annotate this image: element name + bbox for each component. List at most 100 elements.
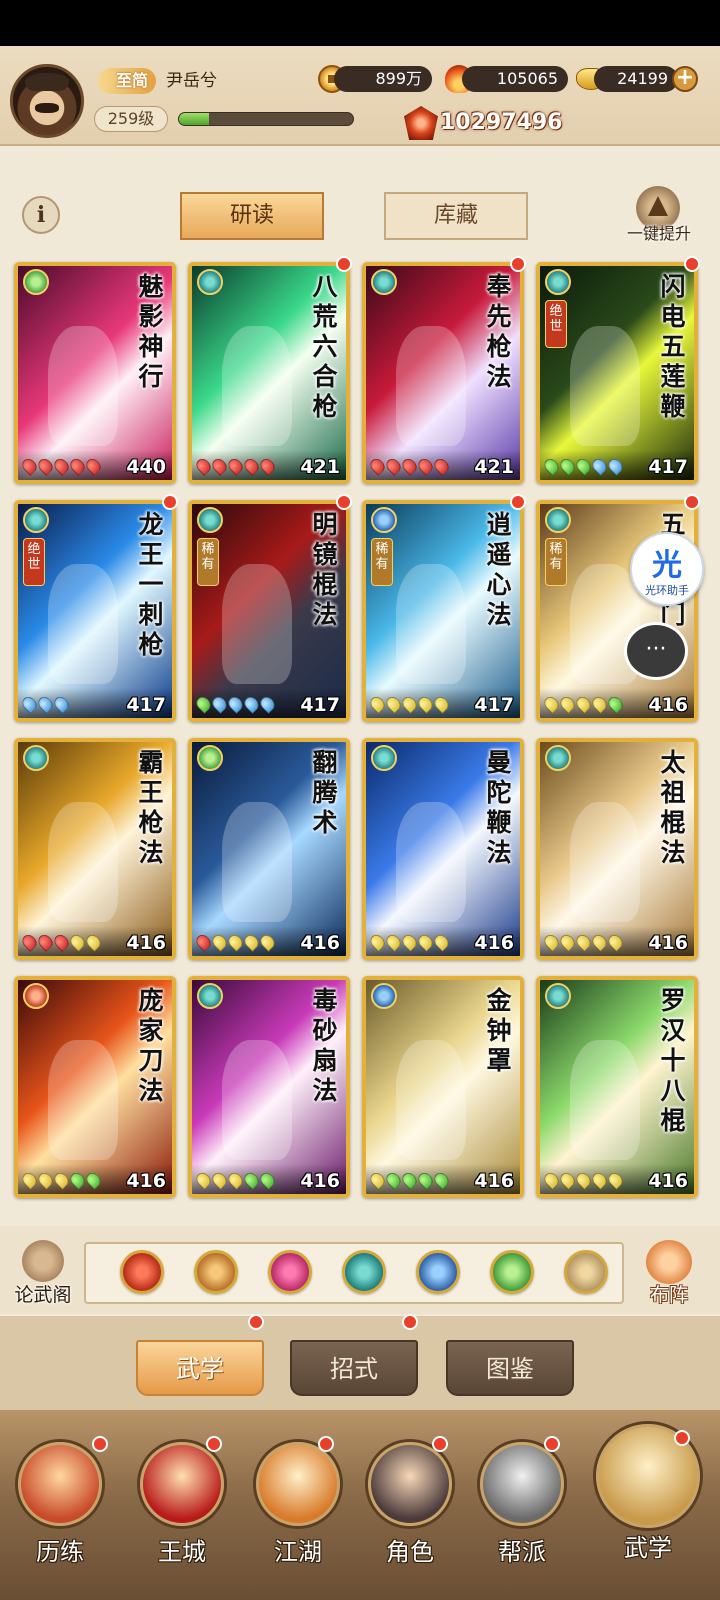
skill-card[interactable]: 绝世 龙王一刺枪 417 <box>14 500 176 722</box>
player-name: 尹岳兮 <box>166 71 217 91</box>
card-title: 霸王枪法 <box>138 748 164 867</box>
star-icon <box>257 932 278 952</box>
nav-label: 角色 <box>386 1538 434 1566</box>
nav-character[interactable]: 角色 <box>358 1432 462 1592</box>
skill-card[interactable]: 稀有 明镜棍法 417 <box>188 500 350 722</box>
skill-card[interactable]: 曼陀鞭法 416 <box>362 738 524 960</box>
card-star-row <box>541 1170 626 1190</box>
blade-icon <box>23 983 49 1009</box>
star-icon <box>557 932 578 952</box>
status-bar <box>0 0 720 46</box>
info-button[interactable]: i <box>22 196 60 234</box>
star-icon <box>367 456 388 476</box>
card-character-figure <box>396 564 466 684</box>
star-icon <box>51 932 72 952</box>
star-icon <box>383 932 404 952</box>
nav-label: 帮派 <box>498 1538 546 1566</box>
upgrade-all-button[interactable]: 一键提升 <box>614 186 704 246</box>
star-icon <box>541 932 562 952</box>
skill-card[interactable]: 太祖棍法 416 <box>536 738 698 960</box>
tab-moves[interactable]: 招式 <box>290 1340 418 1396</box>
tab-study[interactable]: 研读 <box>180 192 324 240</box>
nav-training[interactable]: 历练 <box>8 1432 112 1592</box>
tab-collection[interactable]: 库藏 <box>384 192 528 240</box>
card-star-row <box>193 456 278 476</box>
star-icon <box>399 1170 420 1190</box>
card-rarity-badge: 绝世 <box>23 538 45 586</box>
fist-filter-icon[interactable] <box>268 1250 312 1294</box>
card-level: 416 <box>648 1170 688 1192</box>
skill-card[interactable]: 稀有 逍遥心法 417 <box>362 500 524 722</box>
helper-button[interactable]: 光 光环助手 <box>630 532 704 606</box>
star-icon <box>383 1170 404 1190</box>
card-level: 416 <box>474 1170 514 1192</box>
claw-icon <box>197 745 223 771</box>
card-star-row <box>367 932 452 952</box>
nav-jianghu[interactable]: 江湖 <box>246 1432 350 1592</box>
notification-dot <box>402 1314 418 1330</box>
blade-filter-icon[interactable] <box>120 1250 164 1294</box>
star-icon <box>257 694 278 714</box>
card-level: 416 <box>648 694 688 716</box>
nav-label: 武学 <box>624 1534 672 1562</box>
claw-icon <box>23 269 49 295</box>
nav-martial-arts[interactable]: 武学 <box>596 1424 700 1584</box>
card-character-figure <box>570 1040 640 1160</box>
tab-catalog[interactable]: 图鉴 <box>446 1340 574 1396</box>
sword-filter-icon[interactable] <box>194 1250 238 1294</box>
skill-card-grid: 魅影神行 440 八荒六合枪 421 奉先枪法 421 绝世 闪电五莲鞭 417 绝世 龙王一刺枪 4… <box>0 256 720 1220</box>
star-icon <box>557 456 578 476</box>
star-icon <box>193 932 214 952</box>
fan-filter-icon[interactable] <box>342 1250 386 1294</box>
star-icon <box>431 1170 452 1190</box>
star-icon <box>431 456 452 476</box>
star-icon <box>589 694 610 714</box>
card-title: 奉先枪法 <box>486 272 512 391</box>
skill-card[interactable]: 奉先枪法 421 <box>362 262 524 484</box>
skill-card[interactable]: 霸王枪法 416 <box>14 738 176 960</box>
star-icon <box>557 1170 578 1190</box>
skill-card[interactable]: 罗汉十八棍 416 <box>536 976 698 1198</box>
notification-dot <box>432 1436 448 1452</box>
formation-button[interactable]: 布阵 <box>632 1240 706 1316</box>
upgrade-filter-icon[interactable] <box>564 1250 608 1294</box>
skill-card[interactable]: 翻腾术 416 <box>188 738 350 960</box>
combat-power: 10297496 <box>440 110 563 135</box>
star-icon <box>415 456 436 476</box>
vip-badge: 至简 <box>98 68 157 94</box>
card-star-row <box>367 1170 452 1190</box>
skill-card[interactable]: 魅影神行 440 <box>14 262 176 484</box>
card-level: 417 <box>126 694 166 716</box>
star-icon <box>367 1170 388 1190</box>
notification-dot <box>248 1314 264 1330</box>
player-avatar[interactable] <box>10 64 84 138</box>
skill-card[interactable]: 绝世 闪电五莲鞭 417 <box>536 262 698 484</box>
lunwu-button[interactable]: 论武阁 <box>6 1240 80 1316</box>
star-icon <box>19 456 40 476</box>
skill-card[interactable]: 庞家刀法 416 <box>14 976 176 1198</box>
star-icon <box>415 694 436 714</box>
skill-card[interactable]: 金钟罩 416 <box>362 976 524 1198</box>
skill-card[interactable]: 八荒六合枪 421 <box>188 262 350 484</box>
star-icon <box>51 694 72 714</box>
add-gold-button[interactable]: + <box>672 66 698 92</box>
notification-dot <box>674 1430 690 1446</box>
nav-guild[interactable]: 帮派 <box>470 1432 574 1592</box>
card-character-figure <box>396 1040 466 1160</box>
chat-bubble-button[interactable]: ··· <box>624 622 688 680</box>
tab-martial-arts[interactable]: 武学 <box>136 1340 264 1396</box>
card-title: 毒砂扇法 <box>312 986 338 1105</box>
fan-icon <box>545 507 571 533</box>
nav-royal-city[interactable]: 王城 <box>130 1432 234 1592</box>
player-header: 至简 尹岳兮 259级 899万 105065 24199 + 10297496 <box>0 46 720 146</box>
star-icon <box>383 456 404 476</box>
tai-filter-icon[interactable] <box>416 1250 460 1294</box>
star-icon <box>541 694 562 714</box>
skill-card[interactable]: 毒砂扇法 416 <box>188 976 350 1198</box>
card-title: 逍遥心法 <box>486 510 512 629</box>
star-icon <box>605 694 626 714</box>
training-icon <box>18 1442 102 1526</box>
notification-dot <box>544 1436 560 1452</box>
claw-filter-icon[interactable] <box>490 1250 534 1294</box>
star-icon <box>35 1170 56 1190</box>
